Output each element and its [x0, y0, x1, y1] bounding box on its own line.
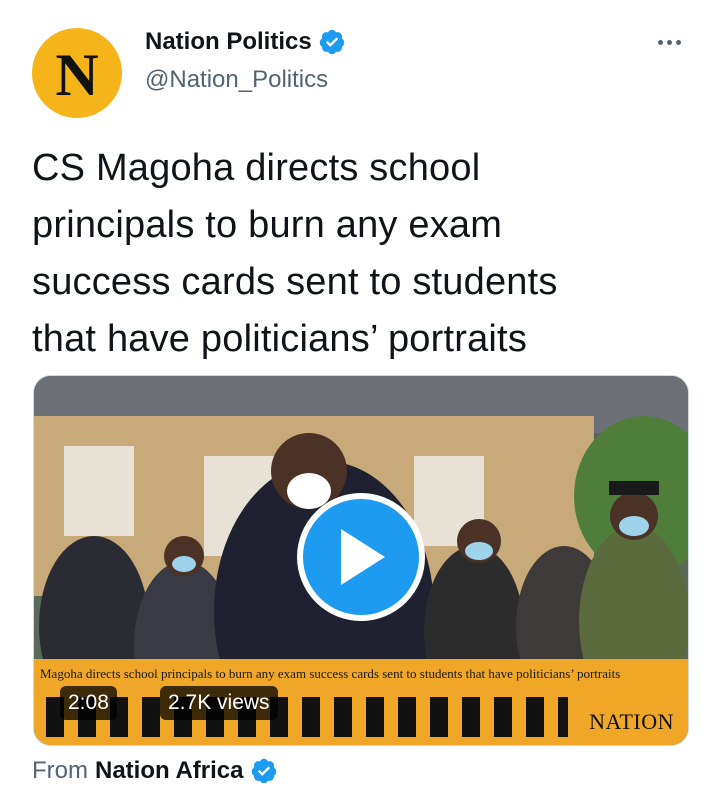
- tweet-text-line: success cards sent to students: [32, 261, 558, 303]
- verified-badge-icon: [252, 758, 277, 784]
- avatar-letter: N: [55, 42, 99, 108]
- display-name[interactable]: Nation Politics: [145, 28, 312, 56]
- source-attribution: From Nation Africa: [32, 757, 278, 785]
- tweet-text-line: that have politicians’ portraits: [32, 318, 528, 360]
- video-banner: NATION: [34, 689, 688, 745]
- video-caption: Magoha directs school principals to burn…: [34, 659, 688, 689]
- source-name[interactable]: Nation Africa: [95, 757, 243, 785]
- video-duration: 2:08: [60, 686, 117, 720]
- video-player[interactable]: Magoha directs school principals to burn…: [33, 375, 689, 746]
- tweet-header: N Nation Politics @Nation_Politics: [32, 18, 688, 118]
- tweet-text: CS Magoha directs school principals to b…: [32, 140, 682, 368]
- handle[interactable]: @Nation_Politics: [145, 66, 328, 94]
- brand-logo: NATION: [589, 709, 674, 734]
- more-dots-icon[interactable]: [652, 32, 686, 52]
- name-row: Nation Politics: [145, 28, 346, 56]
- play-icon: [341, 529, 385, 585]
- tweet-text-line: principals to burn any exam: [32, 204, 503, 246]
- verified-badge-icon: [319, 29, 344, 55]
- banner-stripes: [46, 697, 568, 737]
- source-prefix: From: [32, 757, 88, 784]
- play-button[interactable]: [297, 493, 425, 621]
- video-views: 2.7K views: [160, 686, 278, 720]
- tweet-text-line: CS Magoha directs school: [32, 147, 481, 189]
- avatar[interactable]: N: [32, 28, 122, 118]
